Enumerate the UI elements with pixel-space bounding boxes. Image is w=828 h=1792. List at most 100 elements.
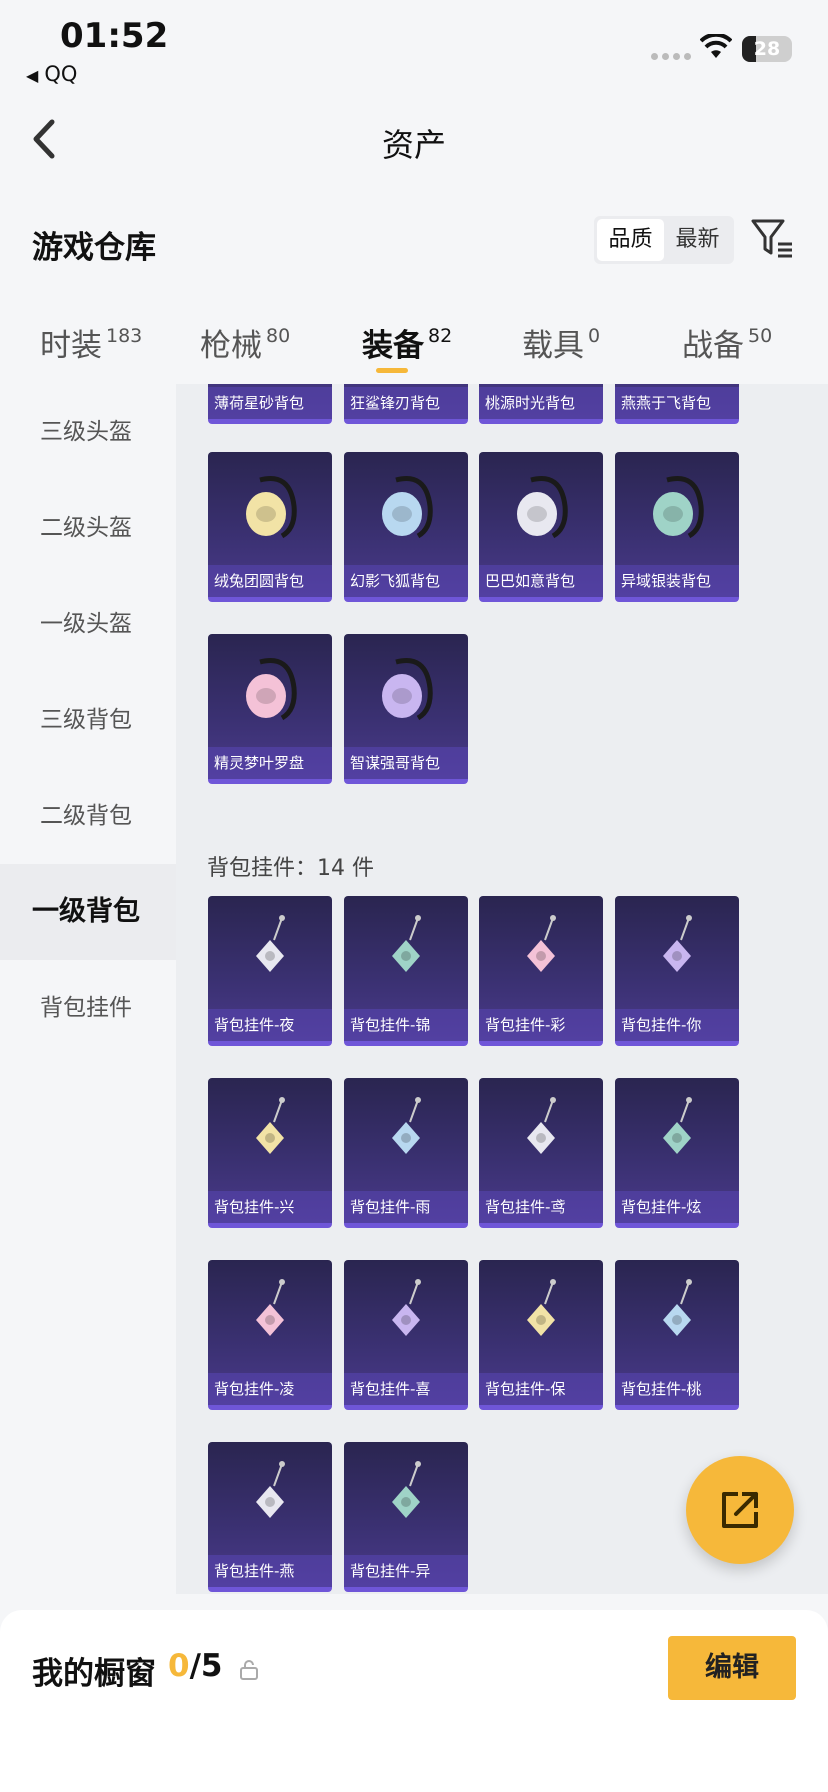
pendant-card[interactable]: 背包挂件-燕 [208,1442,332,1592]
sidebar-item-lvl2-backpack[interactable]: 二级背包 [0,768,176,864]
item-label: 背包挂件-喜 [344,1373,468,1405]
wifi-icon [700,34,732,58]
status-time: 01:52 [60,16,169,56]
page-title: 资产 [381,126,446,164]
sort-newest-button[interactable]: 最新 [664,219,731,261]
sidebar-item-pendants[interactable]: 背包挂件 [0,960,176,1056]
item-label: 薄荷星砂背包 [208,387,332,419]
backpack-card[interactable]: 智谋强哥背包 [344,634,468,784]
backpack-card[interactable]: 桃源时光背包 [479,384,603,424]
pendant-card[interactable]: 背包挂件-喜 [344,1260,468,1410]
item-label: 幻影飞狐背包 [344,565,468,597]
battery-icon: 28 [742,36,792,62]
item-label: 燕燕于飞背包 [615,387,739,419]
item-label: 背包挂件-炫 [615,1191,739,1223]
item-label: 背包挂件-你 [615,1009,739,1041]
tab-weapons[interactable]: 枪械 80 [200,320,290,365]
pendant-image [479,1078,603,1186]
pendant-card[interactable]: 背包挂件-夜 [208,896,332,1046]
pendant-image [208,1078,332,1186]
pendant-image [479,1260,603,1368]
backpack-card[interactable]: 异域银装背包 [615,452,739,602]
pendant-card[interactable]: 背包挂件-保 [479,1260,603,1410]
pendant-image [344,896,468,1004]
pendant-card[interactable]: 背包挂件-鸢 [479,1078,603,1228]
pendant-image [208,1260,332,1368]
nav-bar: 资产 [0,96,828,186]
backpack-image [208,452,332,560]
backpack-card[interactable]: 狂鲨锋刃背包 [344,384,468,424]
item-label: 背包挂件-彩 [479,1009,603,1041]
back-to-app[interactable]: ◀ QQ [26,62,77,86]
pendant-image [344,1260,468,1368]
item-label: 背包挂件-凌 [208,1373,332,1405]
item-label: 背包挂件-鸢 [479,1191,603,1223]
tab-active-indicator [376,368,408,373]
tab-fashion[interactable]: 时装 183 [40,320,142,365]
pendant-card[interactable]: 背包挂件-异 [344,1442,468,1592]
sidebar-item-lvl2-helmet[interactable]: 二级头盔 [0,480,176,576]
item-label: 狂鲨锋刃背包 [344,387,468,419]
pendant-image [208,896,332,1004]
item-label: 智谋强哥背包 [344,747,468,779]
tab-combat-gear[interactable]: 战备 50 [682,320,772,365]
showcase-count: 0/5 [168,1648,223,1684]
pendant-image [479,896,603,1004]
battery-level: 28 [753,38,781,60]
item-label: 背包挂件-锦 [344,1009,468,1041]
signal-icon [651,53,691,60]
item-label: 精灵梦叶罗盘 [208,747,332,779]
pendant-card[interactable]: 背包挂件-锦 [344,896,468,1046]
sort-toggle: 品质 最新 [594,216,734,264]
status-bar: 01:52 ◀ QQ 28 [0,0,828,96]
sort-quality-button[interactable]: 品质 [597,219,664,261]
pendant-image [344,1442,468,1550]
item-label: 背包挂件-保 [479,1373,603,1405]
backpack-image [344,452,468,560]
item-label: 巴巴如意背包 [479,565,603,597]
item-label: 异域银装背包 [615,565,739,597]
pendant-card[interactable]: 背包挂件-兴 [208,1078,332,1228]
item-label: 背包挂件-桃 [615,1373,739,1405]
item-label: 背包挂件-雨 [344,1191,468,1223]
backpack-image [208,634,332,742]
item-label: 背包挂件-夜 [208,1009,332,1041]
pendant-card[interactable]: 背包挂件-凌 [208,1260,332,1410]
pendant-image [208,1442,332,1550]
tab-vehicles[interactable]: 载具 0 [522,320,600,365]
pendant-card[interactable]: 背包挂件-炫 [615,1078,739,1228]
item-label: 背包挂件-异 [344,1555,468,1587]
sidebar-item-lvl3-backpack[interactable]: 三级背包 [0,672,176,768]
item-label: 桃源时光背包 [479,387,603,419]
item-label: 背包挂件-燕 [208,1555,332,1587]
pendant-image [615,896,739,1004]
backpack-card[interactable]: 巴巴如意背包 [479,452,603,602]
warehouse-title: 游戏仓库 [32,230,156,266]
pendant-card[interactable]: 背包挂件-雨 [344,1078,468,1228]
share-button[interactable] [686,1456,794,1564]
backpack-card[interactable]: 精灵梦叶罗盘 [208,634,332,784]
sidebar-item-lvl3-helmet[interactable]: 三级头盔 [0,384,176,480]
pendant-image [615,1260,739,1368]
pendant-image [615,1078,739,1186]
lock-icon [240,1660,258,1680]
sidebar-item-lvl1-backpack[interactable]: 一级背包 [0,864,176,960]
sidebar-item-lvl1-helmet[interactable]: 一级头盔 [0,576,176,672]
pendant-card[interactable]: 背包挂件-你 [615,896,739,1046]
backpack-card[interactable]: 燕燕于飞背包 [615,384,739,424]
showcase-label: 我的橱窗 [32,1656,156,1692]
pendant-card[interactable]: 背包挂件-桃 [615,1260,739,1410]
pendant-image [344,1078,468,1186]
item-grid: 背包挂件：14 件 薄荷星砂背包 狂鲨锋刃背包 桃源时光背包 燕燕于飞背包 绒兔团圆背包… [176,384,828,1594]
edit-button[interactable]: 编辑 [668,1636,796,1700]
backpack-image [479,452,603,560]
filter-icon[interactable] [750,216,794,260]
backpack-image [615,452,739,560]
category-sidebar: 三级头盔 二级头盔 一级头盔 三级背包 二级背包 一级背包 背包挂件 [0,384,176,1594]
backpack-card[interactable]: 幻影飞狐背包 [344,452,468,602]
backpack-card[interactable]: 薄荷星砂背包 [208,384,332,424]
showcase-bar: 我的橱窗 0/5 编辑 [0,1610,828,1792]
tab-equipment[interactable]: 装备 82 [362,320,452,365]
pendant-card[interactable]: 背包挂件-彩 [479,896,603,1046]
backpack-card[interactable]: 绒兔团圆背包 [208,452,332,602]
